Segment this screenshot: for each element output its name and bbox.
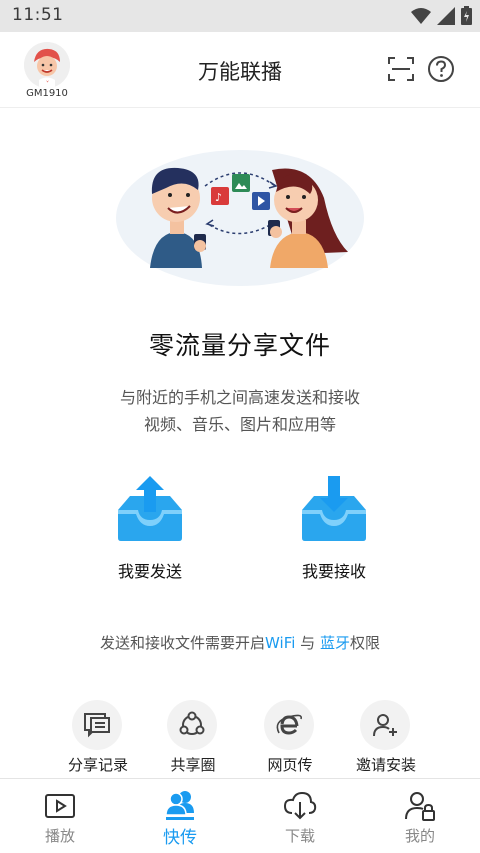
user-id: GM1910: [26, 88, 68, 99]
tool-label: 共享圈: [170, 756, 216, 774]
upload-tray-icon: [118, 476, 182, 541]
tab-label: 下载: [284, 827, 315, 845]
help-icon[interactable]: [426, 54, 456, 84]
svg-text:♪: ♪: [215, 191, 222, 204]
download-tray-icon: [302, 476, 366, 541]
notice-middle: 与: [295, 634, 320, 652]
share-circle-button[interactable]: 共享圈: [155, 700, 231, 778]
signal-icon: [437, 6, 455, 25]
wifi-icon: [411, 7, 431, 24]
bluetooth-link[interactable]: 蓝牙: [320, 634, 350, 652]
permission-notice: 发送和接收文件需要开启WiFi 与 蓝牙权限: [0, 632, 480, 653]
cloud-download-icon: [283, 791, 317, 820]
share-circle-icon: [179, 711, 205, 735]
notice-prefix: 发送和接收文件需要开启: [100, 634, 266, 652]
tab-label: 播放: [44, 827, 75, 845]
tab-play[interactable]: 播放: [0, 779, 120, 853]
scan-icon[interactable]: [386, 54, 416, 84]
tool-icon-circle: [264, 700, 314, 750]
bottom-tab-bar: 播放 快传 下载 我的: [0, 778, 480, 853]
tab-quick-transfer[interactable]: 快传: [120, 779, 240, 853]
tool-label: 分享记录: [67, 756, 128, 774]
description-line-2: 视频、音乐、图片和应用等: [143, 415, 336, 434]
headline: 零流量分享文件: [148, 331, 331, 360]
send-button[interactable]: 我要发送: [88, 474, 208, 594]
status-time: 11:51: [12, 5, 64, 25]
send-label: 我要发送: [117, 562, 182, 581]
users-icon: [165, 791, 194, 820]
tool-label: 邀请安装: [355, 756, 416, 774]
browser-e-icon: [276, 714, 303, 735]
chat-history-icon: [84, 713, 110, 738]
description-line-1: 与附近的手机之间高速发送和接收: [119, 388, 360, 407]
tab-download[interactable]: 下载: [240, 779, 360, 853]
share-history-button[interactable]: 分享记录: [60, 700, 136, 778]
receive-button[interactable]: 我要接收: [272, 474, 392, 594]
status-bar: 11:51: [0, 0, 480, 32]
receive-label: 我要接收: [301, 562, 366, 581]
hero-illustration: ♪: [116, 150, 364, 286]
tool-icon-circle: [72, 700, 122, 750]
status-icons: [411, 6, 472, 25]
invite-install-button[interactable]: 邀请安装: [348, 700, 424, 778]
wifi-link[interactable]: WiFi: [265, 634, 295, 652]
play-icon: [45, 794, 75, 818]
tab-label: 我的: [404, 827, 435, 845]
notice-suffix: 权限: [349, 634, 380, 652]
profile-icon: [405, 792, 435, 821]
header: GM1910 万能联播: [0, 32, 480, 108]
tab-mine[interactable]: 我的: [360, 779, 480, 853]
tool-label: 网页传: [267, 756, 313, 774]
battery-icon: [461, 6, 472, 25]
invite-user-icon: [373, 714, 397, 737]
tool-icon-circle: [167, 700, 217, 750]
tab-label: 快传: [163, 828, 197, 848]
web-transfer-button[interactable]: 网页传: [252, 700, 328, 778]
tool-icon-circle: [360, 700, 410, 750]
